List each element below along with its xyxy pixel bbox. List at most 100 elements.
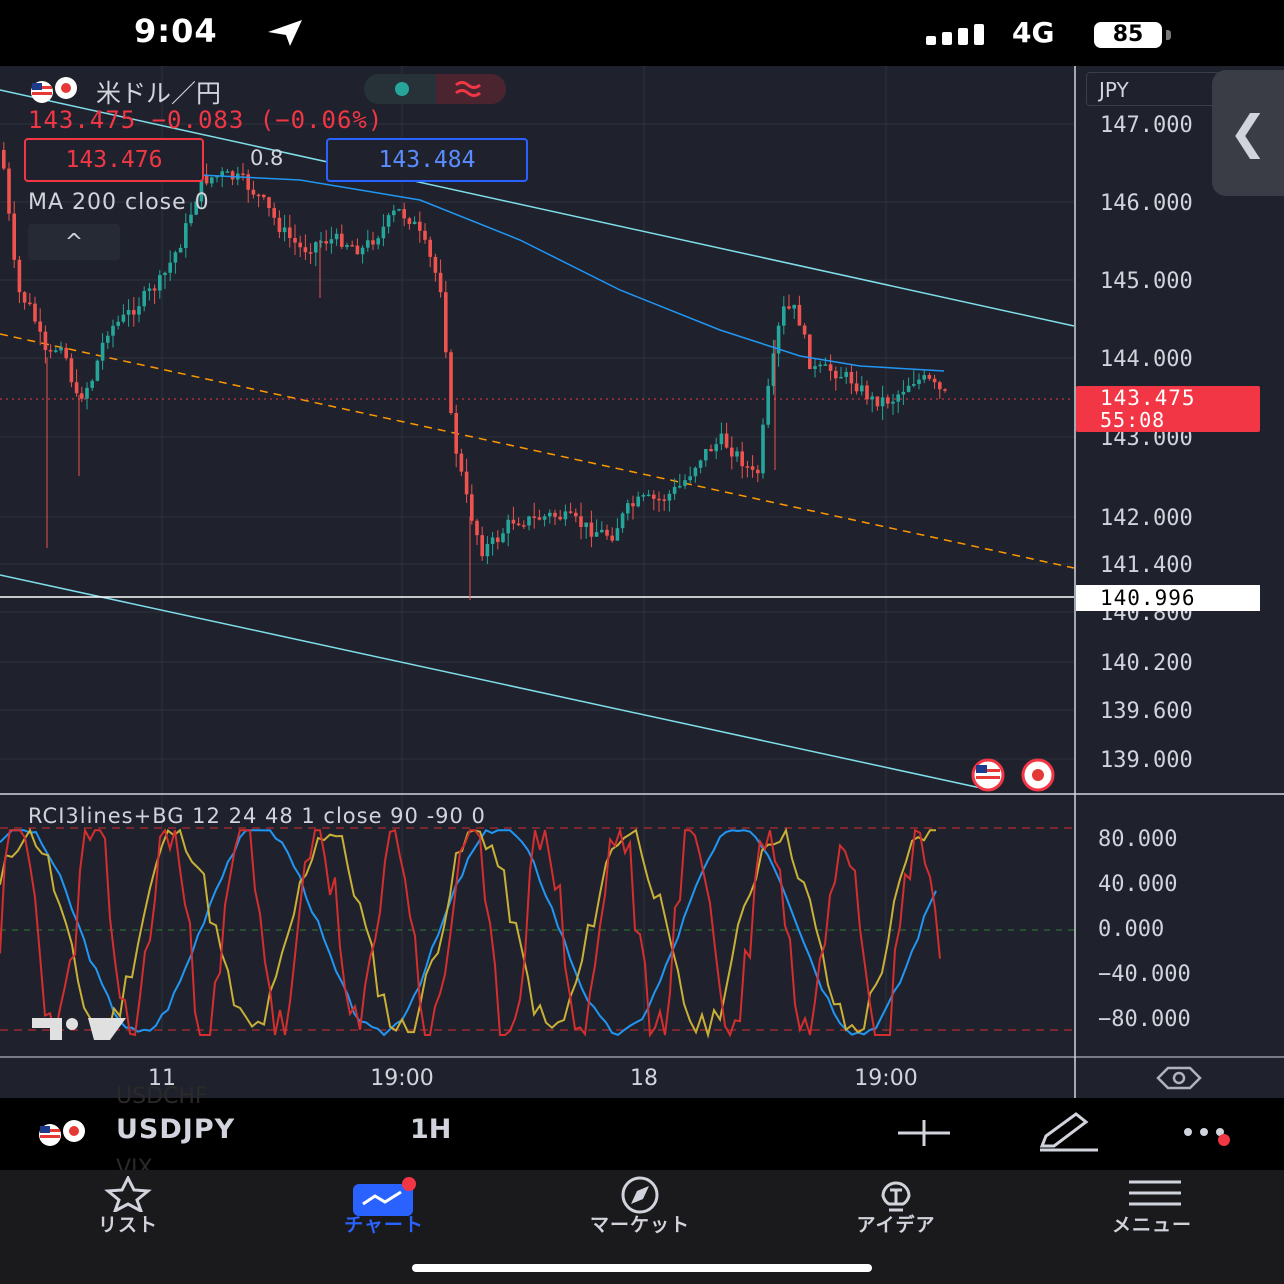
candle-body (527, 516, 531, 526)
candle-body (496, 537, 500, 543)
candle-body (589, 522, 594, 537)
candle-body (844, 372, 848, 377)
economic-events-icon[interactable] (962, 758, 1066, 792)
candle-body (7, 168, 11, 214)
candle-body (428, 239, 432, 257)
candle-body (69, 358, 74, 383)
symbol-selector[interactable]: USDJPY (116, 1114, 235, 1145)
price-tick-label: 139.000 (1100, 748, 1193, 773)
candle-body (116, 321, 120, 326)
price-tick-label: 139.600 (1100, 699, 1193, 724)
candle-body (745, 466, 750, 468)
candle-body (750, 466, 755, 470)
ma-indicator-label[interactable]: MA 200 close 0 (28, 190, 210, 215)
candle-body (43, 331, 48, 351)
candle-body (256, 194, 261, 197)
side-panel-toggle[interactable]: ❮ (1212, 70, 1284, 196)
candle-body (698, 460, 703, 468)
candle-body (64, 347, 68, 359)
candle-body (184, 223, 188, 248)
candle-body (542, 516, 547, 520)
candle-body (168, 262, 172, 273)
candle-body (17, 259, 22, 293)
tab-list[interactable]: リスト (0, 1170, 256, 1260)
candle-body (787, 306, 791, 309)
more-options-icon[interactable] (1182, 1122, 1244, 1148)
candle-body (802, 325, 807, 335)
candle-body (917, 379, 921, 385)
candle-body (459, 453, 464, 472)
tab-menu[interactable]: メニュー (1024, 1170, 1280, 1260)
candle-body (480, 535, 484, 557)
candle-body (189, 214, 193, 224)
candle-body (340, 233, 344, 247)
candle-body (834, 370, 838, 379)
candle-body (386, 215, 391, 227)
drawing-tools-icon[interactable] (1036, 1112, 1102, 1152)
flag-us-jp-icon (31, 77, 77, 103)
rci-indicator-label[interactable]: RCI3lines+BG 12 24 48 1 close 90 -90 0 (28, 804, 486, 828)
candle-body (506, 519, 510, 534)
candle-body (735, 451, 739, 457)
candle-body (438, 272, 443, 293)
candle-body (334, 233, 339, 240)
candle-body (615, 528, 620, 541)
tab-market[interactable]: マーケット (512, 1170, 768, 1260)
status-time: 9:04 (134, 12, 218, 50)
candle-body (371, 240, 375, 245)
sell-button[interactable]: 143.476 (24, 138, 204, 182)
market-status-toggle[interactable] (364, 74, 506, 104)
tab-chart[interactable]: チャート (256, 1170, 512, 1260)
candle-body (350, 245, 354, 247)
candle-body (922, 375, 926, 380)
hidden-symbol-above: USDCHF (116, 1084, 208, 1109)
signal-icon (926, 24, 984, 45)
candle-body (85, 387, 89, 399)
candle-body (906, 385, 911, 392)
candle-body (932, 378, 937, 383)
candle-body (423, 230, 427, 240)
candle-body (381, 226, 386, 239)
candle-body (704, 448, 708, 461)
candle-body (600, 529, 604, 533)
horizontal-line-price[interactable]: 140.996 (1076, 585, 1260, 611)
currency-selector[interactable]: JPY (1086, 72, 1226, 106)
interval-selector[interactable]: 1H (410, 1114, 451, 1145)
candle-body (121, 314, 126, 322)
chart-settings-icon[interactable] (1156, 1066, 1202, 1090)
add-icon[interactable] (898, 1118, 952, 1148)
price-tick-label: 144.000 (1100, 347, 1193, 372)
candle-body (282, 227, 287, 233)
candle-body (490, 537, 495, 544)
collapse-legend-button[interactable]: ^ (28, 224, 120, 260)
price-axis: 147.000146.000145.000144.000143.000142.0… (1100, 113, 1193, 773)
candle-body (667, 493, 672, 501)
candle-body (303, 247, 308, 253)
candle-body (366, 240, 370, 248)
candle-body (345, 245, 349, 247)
tab-ideas[interactable]: アイデア (768, 1170, 1024, 1260)
candle-body (314, 242, 318, 253)
candle-body (433, 256, 438, 273)
price-chart[interactable]: 147.000146.000145.000144.000143.000142.0… (0, 66, 1284, 1098)
candle-body (412, 221, 417, 225)
candle-body (548, 512, 552, 517)
candle-body (272, 208, 276, 218)
candle-body (568, 511, 573, 513)
location-icon (268, 20, 302, 46)
candle-body (532, 516, 536, 518)
candle-body (808, 334, 812, 369)
candle-body (376, 238, 380, 245)
candle-body (797, 304, 802, 326)
candle-body (938, 382, 942, 390)
candle-body (308, 252, 313, 254)
candle-body (132, 309, 136, 315)
lightbulb-icon (881, 1181, 911, 1212)
candle-body (537, 517, 542, 520)
buy-button[interactable]: 143.484 (326, 138, 528, 182)
candle-body (579, 516, 583, 527)
candle-body (137, 306, 141, 315)
candle-body (641, 495, 646, 497)
candle-body (912, 384, 916, 386)
candle-body (251, 189, 256, 195)
